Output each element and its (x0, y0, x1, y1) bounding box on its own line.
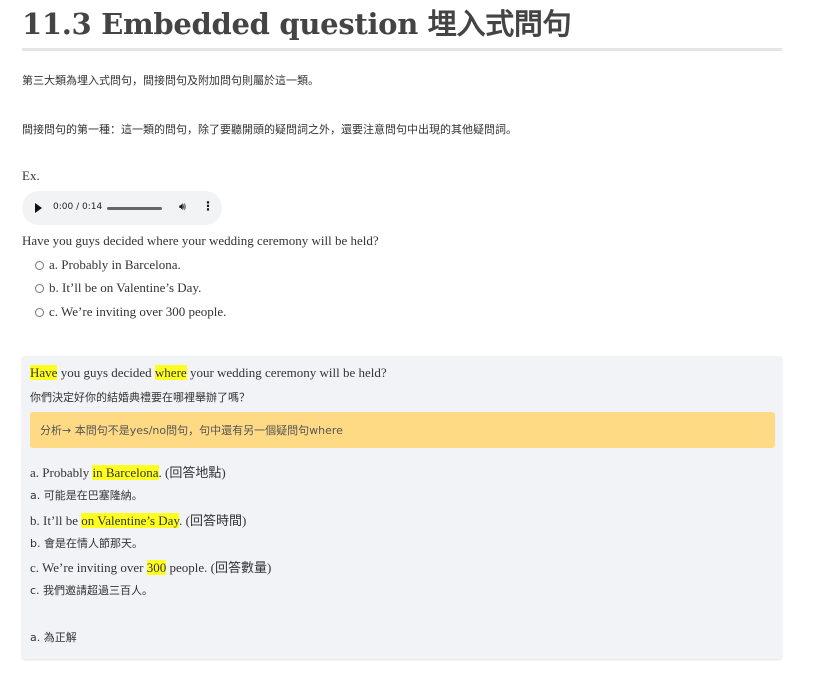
answer-c: c. We’re inviting over 300 people. (回答數量… (30, 557, 271, 576)
answer-c-translation: c. 我們邀請超過三百人。 (30, 584, 154, 597)
answer-a: a. Probably in Barcelona. (回答地點) (30, 462, 226, 481)
audio-time: 0:00 / 0:14 (53, 202, 103, 212)
highlight-where: where (154, 365, 187, 380)
option-c-label: c. We’re inviting over 300 people. (49, 304, 227, 319)
radio-c[interactable] (35, 307, 44, 317)
answer-a-translation: a. 可能是在巴塞隆納。 (30, 489, 143, 502)
analysis-text: 分析→ 本問句不是yes/no問句，句中還有另一個疑問句where (40, 424, 343, 437)
radio-b[interactable] (35, 283, 44, 293)
option-a[interactable]: a. Probably in Barcelona. (35, 257, 181, 273)
audio-progress-bar[interactable] (107, 207, 162, 210)
page: 11.3 Embedded question 埋入式問句 第三大類為埋入式問句，… (0, 0, 822, 682)
option-c[interactable]: c. We’re inviting over 300 people. (35, 304, 226, 320)
question-part: your wedding ceremony will be held? (186, 365, 387, 380)
audio-player[interactable]: 0:00 / 0:14 🔊︎ ⋮ (22, 191, 222, 225)
option-b[interactable]: b. It’ll be on Valentine’s Day. (35, 280, 201, 296)
example-label: Ex. (22, 168, 40, 183)
answer-part: b. It’ll be (30, 513, 82, 528)
correct-answer: a. 為正解 (30, 631, 77, 644)
answer-part: . (回答地點) (158, 465, 226, 480)
more-options-icon[interactable]: ⋮ (202, 199, 214, 213)
highlight-have: Have (30, 365, 58, 380)
answer-part: a. Probably (30, 465, 93, 480)
question-translation: 你們決定好你的結婚典禮要在哪裡舉辦了嗎？ (30, 391, 250, 404)
answer-part: people. (回答數量) (166, 560, 272, 575)
intro-paragraph-1: 第三大類為埋入式問句，間接問句及附加問句則屬於這一類。 (22, 74, 319, 87)
answer-b-translation: b. 會是在情人節那天。 (30, 537, 143, 550)
question-part: you guys decided (57, 365, 155, 380)
page-title: 11.3 Embedded question 埋入式問句 (22, 4, 782, 51)
option-b-label: b. It’ll be on Valentine’s Day. (49, 280, 202, 295)
option-a-label: a. Probably in Barcelona. (49, 257, 181, 272)
explained-question: Have you guys decided where your wedding… (30, 365, 387, 381)
play-icon[interactable] (35, 203, 42, 213)
question-text: Have you guys decided where your wedding… (22, 233, 379, 248)
highlight-300: 300 (146, 560, 167, 575)
radio-a[interactable] (35, 260, 44, 270)
highlight-barcelona: in Barcelona (92, 465, 159, 480)
answer-part: . (回答時間) (179, 513, 247, 528)
answer-b: b. It’ll be on Valentine’s Day. (回答時間) (30, 510, 246, 529)
volume-icon[interactable]: 🔊︎ (179, 200, 186, 214)
explanation-box: Have you guys decided where your wedding… (22, 356, 782, 659)
answer-part: c. We’re inviting over (30, 560, 147, 575)
intro-paragraph-2: 間接問句的第一種：這一類的問句，除了要聽開頭的疑問詞之外，還要注意問句中出現的其… (22, 123, 517, 136)
highlight-valentines: on Valentine’s Day (81, 513, 180, 528)
analysis-callout: 分析→ 本問句不是yes/no問句，句中還有另一個疑問句where (30, 412, 775, 448)
